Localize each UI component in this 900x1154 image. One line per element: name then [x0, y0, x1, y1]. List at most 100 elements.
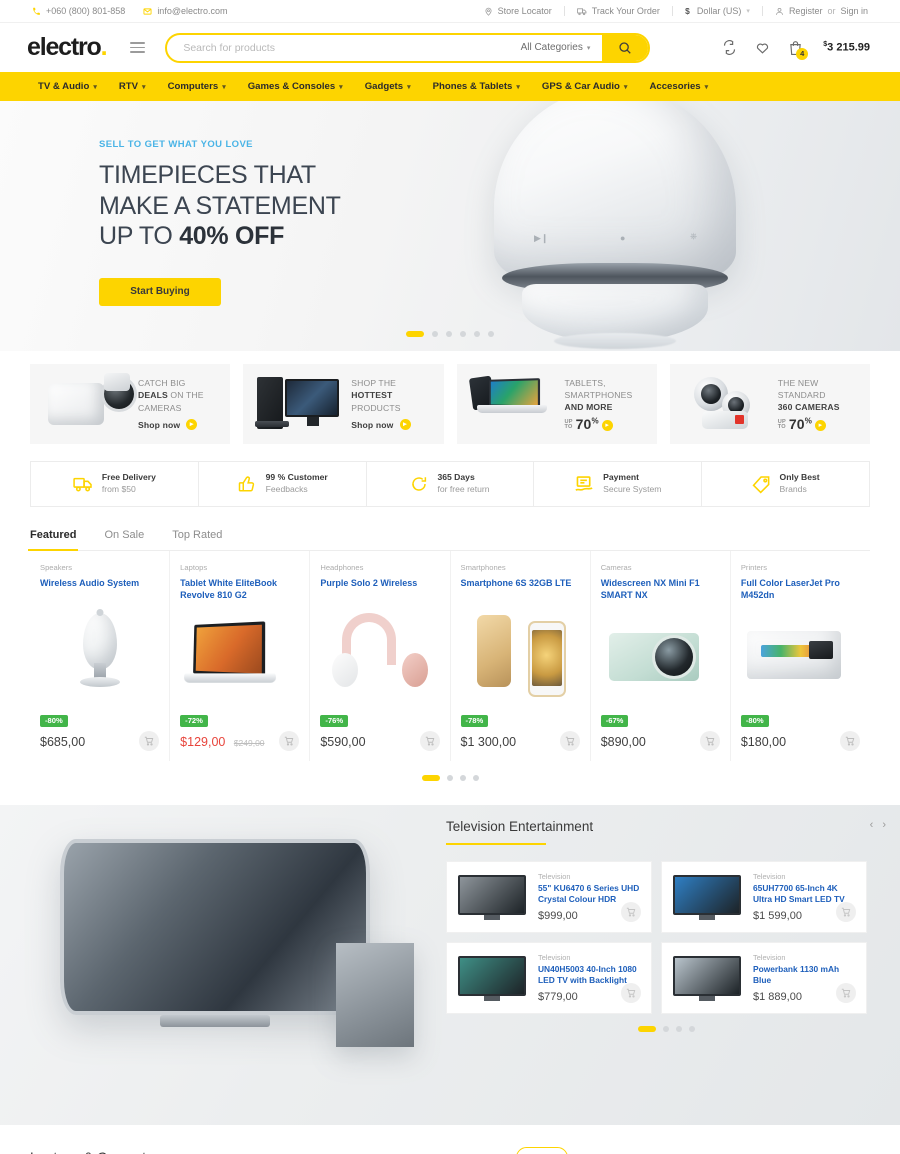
add-to-cart-button[interactable]	[836, 901, 856, 922]
product-dot-3[interactable]	[472, 774, 479, 781]
tv-product-card-2[interactable]: Television UN40H5003 40-Inch 1080 LED TV…	[446, 941, 652, 1014]
speaker-base-shape	[79, 677, 120, 687]
product-name-link[interactable]: Purple Solo 2 Wireless	[320, 577, 439, 601]
product-name-link[interactable]: Widescreen NX Mini F1 SMART NX	[601, 577, 720, 601]
product-tab-on-sale[interactable]: On Sale	[104, 529, 144, 550]
tv-dot-3[interactable]	[688, 1025, 695, 1032]
account-links[interactable]: Register or Sign in	[775, 6, 868, 16]
product-tab-featured[interactable]: Featured	[27, 529, 79, 551]
nav-item-3[interactable]: Games & Consoles ▾	[248, 81, 343, 92]
search-input[interactable]	[167, 41, 521, 54]
store-locator-link[interactable]: Store Locator	[484, 6, 552, 16]
add-to-cart-button[interactable]	[699, 730, 720, 751]
phone-link[interactable]: +060 (800) 801-858	[32, 6, 125, 16]
track-order-link[interactable]: Track Your Order	[576, 6, 660, 16]
product-name-link[interactable]: Tablet White EliteBook Revolve 810 G2	[180, 577, 299, 601]
compare-icon	[722, 40, 737, 55]
discount-number: 70	[575, 416, 592, 433]
wishlist-button[interactable]	[755, 40, 770, 55]
tv-dot-0[interactable]	[637, 1025, 656, 1032]
discount-badge: -80%	[740, 714, 769, 727]
add-to-cart-button[interactable]	[840, 730, 861, 751]
product-dot-0[interactable]	[421, 774, 440, 781]
promo-line-2: HOTTEST	[351, 389, 410, 401]
nav-item-2[interactable]: Computers ▾	[168, 81, 226, 92]
promo-card-2[interactable]: TABLETS, SMARTPHONES AND MORE UP TO 70% …	[456, 364, 657, 444]
start-buying-button[interactable]: Start Buying	[99, 277, 221, 306]
product-price: $890,00	[600, 734, 646, 749]
product-card-1[interactable]: Laptops Tablet White EliteBook Revolve 8…	[170, 551, 311, 761]
hero-dot-1[interactable]	[432, 331, 438, 337]
product-dot-2[interactable]	[459, 774, 466, 781]
site-logo[interactable]: electro.	[27, 35, 107, 60]
product-card-5[interactable]: Printers Full Color LaserJet Pro M452dn …	[731, 551, 870, 761]
compare-button[interactable]	[722, 40, 737, 55]
tv-product-card-0[interactable]: Television 55" KU6470 6 Series UHD Cryst…	[446, 860, 652, 933]
product-card-2[interactable]: Headphones Purple Solo 2 Wireless -76% $…	[310, 551, 451, 761]
nav-item-5[interactable]: Phones & Tablets ▾	[433, 81, 520, 92]
hero-dot-2[interactable]	[446, 331, 452, 337]
hero-dot-5[interactable]	[488, 331, 494, 337]
category-dropdown-label: All Categories	[520, 42, 583, 53]
promo-card-0[interactable]: CATCH BIG DEALS ON THE CAMERAS Shop now …	[30, 364, 231, 444]
product-tab-top-rated[interactable]: Top Rated	[172, 529, 222, 550]
laptops-tab-top-16[interactable]: Top 16	[515, 1146, 568, 1154]
add-to-cart-button[interactable]	[621, 982, 641, 1003]
phone-icon	[32, 7, 41, 16]
add-to-cart-button[interactable]	[419, 730, 440, 751]
nav-item-1[interactable]: RTV ▾	[119, 81, 146, 92]
add-to-cart-button[interactable]	[279, 730, 300, 751]
product-card-0[interactable]: Speakers Wireless Audio System -80% $685…	[30, 551, 171, 761]
tv-product-category: Television	[753, 952, 786, 962]
cart-button[interactable]: 4	[788, 40, 809, 60]
hero-upto-text: UP TO	[99, 222, 180, 250]
product-carousel-dots[interactable]	[0, 774, 900, 781]
product-name-link[interactable]: Wireless Audio System	[40, 577, 159, 601]
nav-item-4[interactable]: Gadgets ▾	[365, 81, 411, 92]
tv-product-image	[669, 950, 745, 1006]
truck-icon	[73, 476, 93, 492]
email-link[interactable]: info@electro.com	[143, 6, 227, 16]
signin-link[interactable]: Sign in	[840, 6, 868, 16]
topbar-contact-group: +060 (800) 801-858 info@electro.com	[14, 6, 227, 16]
product-card-4[interactable]: Cameras Widescreen NX Mini F1 SMART NX -…	[591, 551, 731, 761]
product-category: Laptops	[180, 563, 208, 572]
promo-card-3[interactable]: THE NEW STANDARD 360 CAMERAS UP TO 70% ▸	[669, 364, 870, 444]
register-link[interactable]: Register	[789, 6, 823, 16]
hero-carousel-dots[interactable]	[0, 331, 900, 337]
search-submit-button[interactable]	[602, 34, 649, 61]
cart-total[interactable]: $3 215.99	[823, 41, 870, 54]
product-card-3[interactable]: Smartphones Smartphone 6S 32GB LTE -78% …	[451, 551, 591, 761]
product-tab-label: Top Rated	[172, 529, 223, 541]
hero-dot-3[interactable]	[460, 331, 466, 337]
chevron-down-icon: ▾	[746, 8, 750, 15]
add-to-cart-button[interactable]	[559, 730, 580, 751]
tv-dot-1[interactable]	[662, 1025, 669, 1032]
nav-item-6[interactable]: GPS & Car Audio ▾	[542, 81, 628, 92]
hero-dot-0[interactable]	[406, 331, 424, 337]
chevron-down-icon: ▾	[623, 83, 628, 91]
category-dropdown[interactable]: All Categories ▾	[521, 42, 603, 53]
add-to-cart-button[interactable]	[139, 730, 160, 751]
product-name-link[interactable]: Full Color LaserJet Pro M452dn	[741, 577, 860, 601]
add-to-cart-button[interactable]	[836, 982, 856, 1003]
carousel-prev-button[interactable]: ‹	[870, 819, 874, 831]
add-to-cart-button[interactable]	[621, 901, 641, 922]
percent-sign: %	[591, 416, 599, 426]
tv-carousel-dots[interactable]	[446, 1025, 886, 1032]
tv-product-card-3[interactable]: Television Powerbank 1130 mAh Blue $1 88…	[661, 941, 867, 1014]
shop-now-link[interactable]: Shop now ▸	[351, 419, 411, 431]
nav-item-0[interactable]: TV & Audio ▾	[38, 81, 97, 92]
product-name-link[interactable]: Smartphone 6S 32GB LTE	[461, 577, 580, 601]
nav-item-7[interactable]: Accesories ▾	[649, 81, 708, 92]
department-menu-button[interactable]	[130, 42, 146, 53]
tv-dot-2[interactable]	[675, 1025, 682, 1032]
currency-selector[interactable]: $ Dollar (US) ▾	[685, 6, 750, 16]
shop-now-link[interactable]: Shop now ▸	[138, 419, 204, 431]
product-dot-1[interactable]	[446, 774, 453, 781]
carousel-next-button[interactable]: ›	[882, 819, 886, 831]
promo-card-1[interactable]: SHOP THE HOTTEST PRODUCTS Shop now ▸	[243, 364, 444, 444]
user-icon	[775, 7, 784, 16]
hero-dot-4[interactable]	[474, 331, 480, 337]
tv-product-card-1[interactable]: Television 65UH7700 65-Inch 4K Ultra HD …	[661, 860, 867, 933]
